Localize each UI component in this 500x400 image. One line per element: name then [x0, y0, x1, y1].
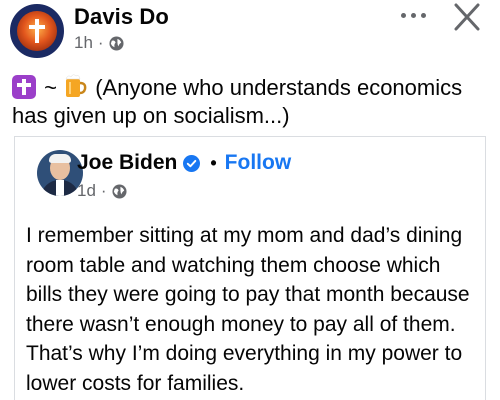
globe-icon	[109, 35, 124, 51]
author-avatar[interactable]	[10, 4, 64, 58]
meta-separator: ·	[97, 33, 104, 52]
post-time[interactable]: 1h	[74, 33, 93, 53]
author-name[interactable]: Davis Do	[74, 4, 169, 30]
post-meta: 1h ·	[74, 33, 124, 53]
beer-mug-emoji	[63, 73, 87, 99]
globe-icon	[112, 183, 127, 199]
shared-author-name[interactable]: Joe Biden	[77, 151, 177, 175]
follow-button[interactable]: Follow	[225, 151, 292, 175]
shared-meta-separator: ·	[100, 181, 107, 200]
follow-separator: •	[210, 152, 217, 173]
shared-author-row: Joe Biden • Follow	[77, 151, 291, 175]
shared-post-meta: 1d ·	[77, 181, 127, 201]
shared-post-time[interactable]: 1d	[77, 181, 96, 201]
shared-post-card[interactable]: Joe Biden • Follow 1d · I remember sitti…	[14, 136, 486, 400]
post-text: ~ (Anyone who understands economics has …	[12, 73, 492, 130]
shared-post-body: I remember sitting at my mom and dad’s d…	[26, 224, 470, 395]
more-options-icon[interactable]	[396, 6, 430, 24]
latin-cross-emoji	[12, 75, 36, 99]
post-header: Davis Do 1h ·	[0, 0, 500, 62]
close-icon[interactable]	[450, 2, 484, 32]
post-text-prefix: ~	[44, 75, 57, 100]
verified-badge-icon	[183, 154, 201, 172]
